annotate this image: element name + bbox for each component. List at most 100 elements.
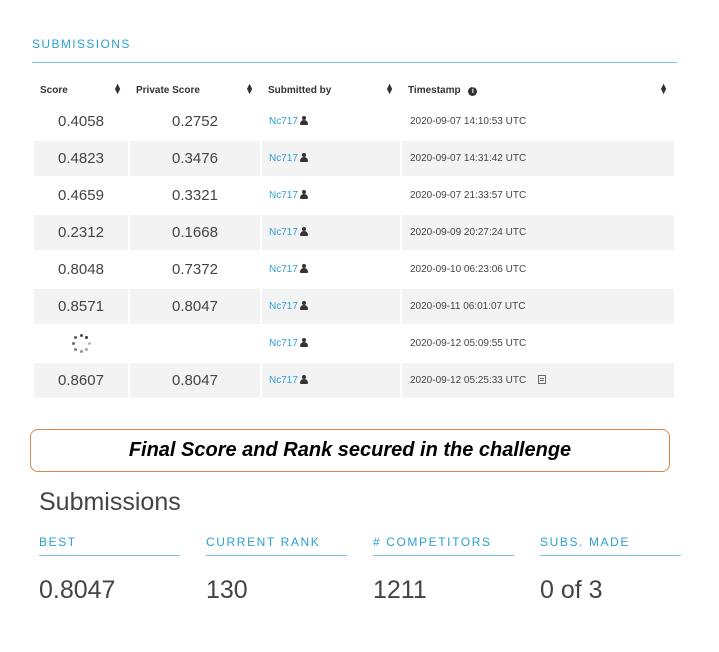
user-link[interactable]: Nc717 [269,375,298,386]
table-row: 0.4823 0.3476 Nc717 2020-09-07 14:31:42 UTC [34,141,674,176]
submitted-by-cell: Nc717 [262,363,400,398]
sort-icon[interactable]: ▲ ▼ [113,82,122,96]
stat-value: 0.8047 [39,576,116,604]
score-cell: 0.2312 [34,215,128,250]
column-header-label: Private Score [136,84,200,96]
timestamp-cell: 2020-09-11 06:01:07 UTC [402,289,674,324]
private-score-cell: 0.2752 [172,113,218,130]
loading-spinner-icon [70,333,92,355]
column-header-private-score[interactable]: Private Score ▲ ▼ [130,78,260,102]
table-row: 0.8571 0.8047 Nc717 2020-09-11 06:01:07 UTC [34,289,674,324]
timestamp-cell: 2020-09-09 20:27:24 UTC [402,215,674,250]
sort-icon[interactable]: ▲ ▼ [245,82,254,96]
timestamp-text: 2020-09-07 14:31:42 UTC [410,153,527,164]
person-icon [299,190,308,199]
stat-label: CURRENT RANK [206,535,321,549]
user-link[interactable]: Nc717 [269,301,298,312]
timestamp-text: 2020-09-12 05:09:55 UTC [410,338,527,349]
private-score-cell: 0.7372 [172,261,218,278]
final-score-callout: Final Score and Rank secured in the chal… [30,429,670,472]
user-link[interactable]: Nc717 [269,116,298,127]
section-divider [32,62,677,63]
column-header-timestamp[interactable]: Timestamp i ▲ ▼ [402,78,674,102]
timestamp-text: 2020-09-10 06:23:06 UTC [410,264,527,275]
timestamp-cell: 2020-09-12 05:09:55 UTC [402,326,674,361]
private-score-cell: 0.3321 [172,187,218,204]
column-header-submitted-by[interactable]: Submitted by ▲ ▼ [262,78,400,102]
table-row: 0.4659 0.3321 Nc717 2020-09-07 21:33:57 UTC [34,178,674,213]
table-header-row: Score ▲ ▼ Private Score ▲ ▼ Submitted by ▲… [34,78,674,102]
timestamp-text: 2020-09-07 14:10:53 UTC [410,116,527,127]
score-cell: 0.8048 [58,261,104,278]
private-score-cell: 0.8047 [130,363,260,398]
file-icon[interactable] [538,375,547,384]
info-icon[interactable]: i [468,86,478,96]
column-header-label: Timestamp [408,84,461,96]
timestamp-cell: 2020-09-07 14:31:42 UTC [402,141,674,176]
timestamp-text: 2020-09-12 05:25:33 UTC [410,375,527,386]
submissions-section-title: SUBMISSIONS [32,37,131,51]
stat-subs-made: SUBS. MADE 0 of 3 [540,535,681,605]
person-icon [299,153,308,162]
timestamp-cell: 2020-09-10 06:23:06 UTC [402,252,674,287]
submitted-by-cell: Nc717 [262,289,400,324]
private-score-cell: 0.3476 [130,141,260,176]
stat-divider [39,555,180,556]
score-cell: 0.8571 [34,289,128,324]
user-link[interactable]: Nc717 [269,190,298,201]
stat-divider [206,555,347,556]
score-cell [34,326,128,361]
submitted-by-cell: Nc717 [262,326,400,361]
stat-divider [373,555,514,556]
submissions-table: Score ▲ ▼ Private Score ▲ ▼ Submitted by ▲… [32,76,676,400]
score-cell: 0.4659 [58,187,104,204]
stat-label: SUBS. MADE [540,535,631,549]
user-link[interactable]: Nc717 [269,338,298,349]
table-row: 0.4058 0.2752 Nc717 2020-09-07 14:10:53 UTC [34,104,674,139]
timestamp-cell: 2020-09-12 05:25:33 UTC [402,363,674,398]
submitted-by-cell: Nc717 [262,252,400,287]
timestamp-text: 2020-09-09 20:27:24 UTC [410,227,527,238]
summary-title: Submissions [39,488,181,516]
person-icon [299,375,308,384]
user-link[interactable]: Nc717 [269,227,298,238]
user-link[interactable]: Nc717 [269,153,298,164]
stat-label: BEST [39,535,77,549]
column-header-label: Submitted by [268,84,332,96]
sort-icon[interactable]: ▲ ▼ [385,82,394,96]
person-icon [299,227,308,236]
table-row: 0.8607 0.8047 Nc717 2020-09-12 05:25:33 UTC [34,363,674,398]
table-row: 0.8048 0.7372 Nc717 2020-09-10 06:23:06 UTC [34,252,674,287]
person-icon [299,116,308,125]
table-row: Nc717 2020-09-12 05:09:55 UTC [34,326,674,361]
stat-value: 130 [206,576,248,604]
timestamp-cell: 2020-09-07 21:33:57 UTC [402,178,674,213]
score-cell: 0.8607 [34,363,128,398]
score-cell: 0.4823 [34,141,128,176]
timestamp-text: 2020-09-11 06:01:07 UTC [410,301,526,312]
submitted-by-cell: Nc717 [262,141,400,176]
timestamp-cell: 2020-09-07 14:10:53 UTC [402,104,674,139]
stat-competitors: # COMPETITORS 1211 [373,535,514,605]
stat-label: # COMPETITORS [373,535,492,549]
stat-value: 0 of 3 [540,576,603,604]
private-score-cell: 0.1668 [130,215,260,250]
column-header-label: Score [40,84,68,96]
stat-value: 1211 [373,576,427,604]
person-icon [299,264,308,273]
stat-best: BEST 0.8047 [39,535,180,605]
table-row: 0.2312 0.1668 Nc717 2020-09-09 20:27:24 UTC [34,215,674,250]
score-cell: 0.4058 [58,113,104,130]
submitted-by-cell: Nc717 [262,215,400,250]
private-score-cell [130,326,260,361]
stat-divider [540,555,681,556]
timestamp-text: 2020-09-07 21:33:57 UTC [410,190,527,201]
sort-icon[interactable]: ▲ ▼ [659,82,668,96]
person-icon [299,338,308,347]
submitted-by-cell: Nc717 [262,178,400,213]
private-score-cell: 0.8047 [130,289,260,324]
user-link[interactable]: Nc717 [269,264,298,275]
submitted-by-cell: Nc717 [262,104,400,139]
column-header-score[interactable]: Score ▲ ▼ [34,78,128,102]
person-icon [299,301,308,310]
